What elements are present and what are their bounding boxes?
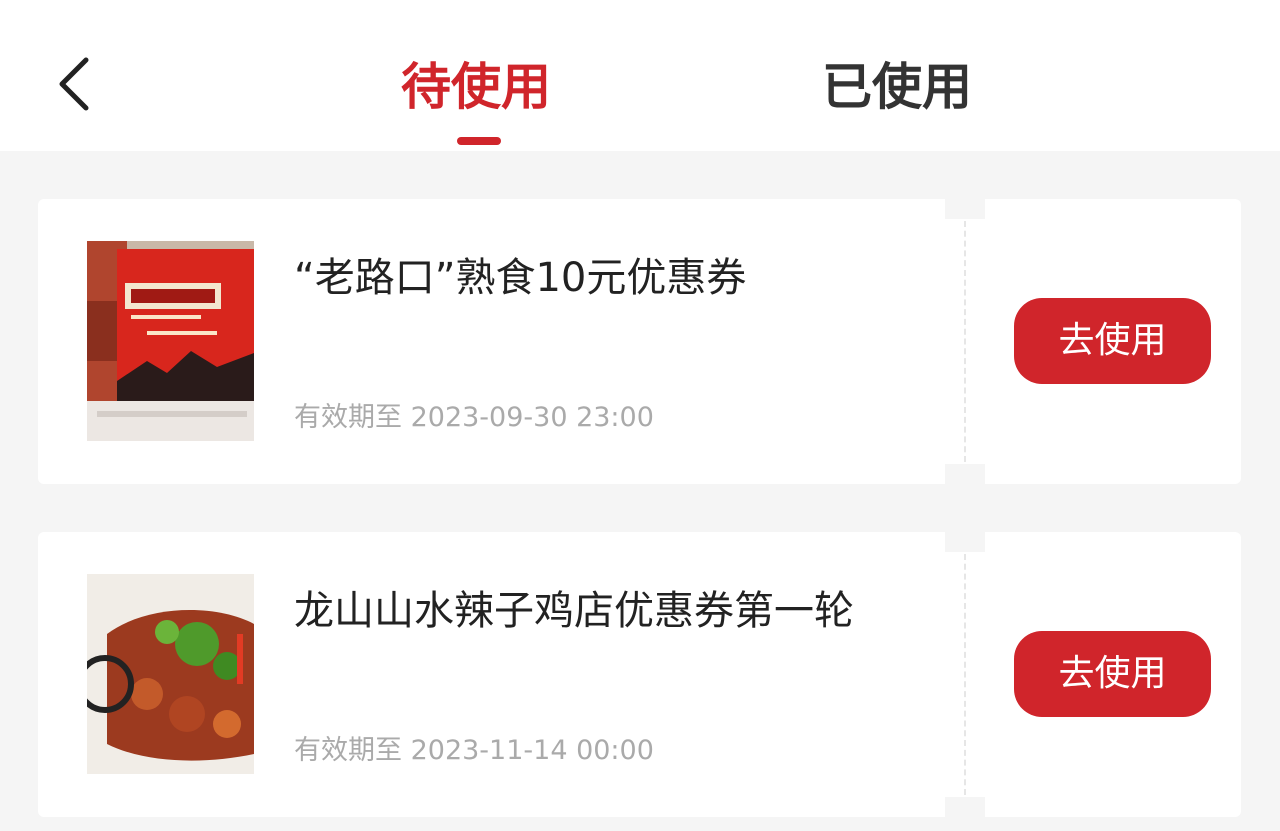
active-tab-indicator <box>457 137 501 145</box>
coupon-card: “老路口”熟食10元优惠券 有效期至 2023-09-30 23:00 去使用 <box>38 199 1241 484</box>
coupon-thumbnail <box>87 574 254 774</box>
coupon-card: 龙山山水辣子鸡店优惠券第一轮 有效期至 2023-11-14 00:00 去使用 <box>38 532 1241 817</box>
back-button[interactable] <box>50 52 110 116</box>
coupon-title: “老路口”熟食10元优惠券 <box>294 255 747 301</box>
coupon-thumbnail <box>87 241 254 441</box>
tab-pending[interactable]: 待使用 <box>401 52 551 122</box>
chevron-left-icon <box>59 57 89 111</box>
use-coupon-button[interactable]: 去使用 <box>1014 298 1211 384</box>
coupon-title: 龙山山水辣子鸡店优惠券第一轮 <box>294 588 854 634</box>
coupon-divider <box>964 221 966 462</box>
tab-used[interactable]: 已使用 <box>822 52 972 122</box>
coupon-validity: 有效期至 2023-11-14 00:00 <box>294 735 654 766</box>
use-coupon-button[interactable]: 去使用 <box>1014 631 1211 717</box>
top-nav-bar: 待使用 已使用 <box>0 0 1280 151</box>
coupon-divider <box>964 554 966 795</box>
coupon-validity: 有效期至 2023-09-30 23:00 <box>294 402 654 433</box>
